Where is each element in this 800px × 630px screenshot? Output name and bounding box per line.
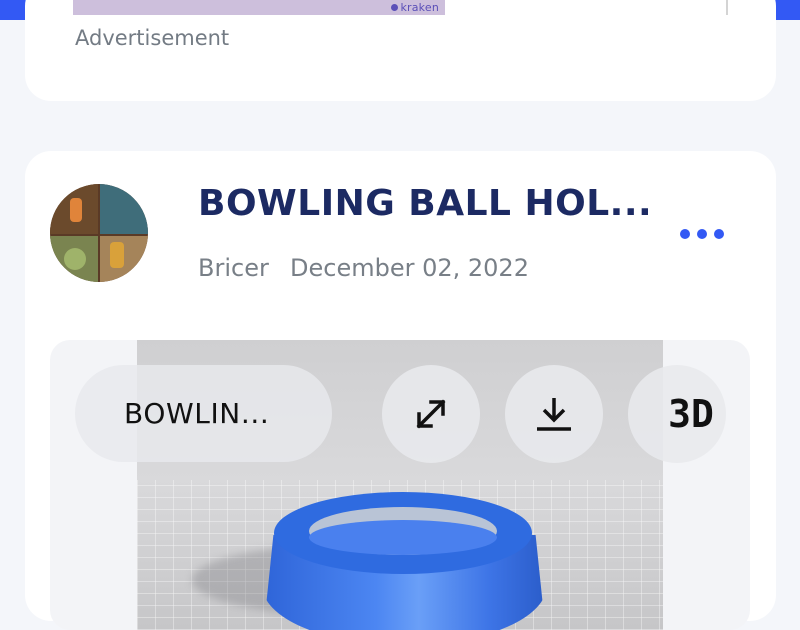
ring-model-inner xyxy=(309,520,497,555)
download-icon xyxy=(537,398,571,431)
avatar[interactable] xyxy=(50,184,148,282)
post-title[interactable]: BOWLING BALL HOL... xyxy=(198,183,652,224)
post-author[interactable]: Bricer xyxy=(198,254,269,282)
3d-mode-button[interactable]: 3D xyxy=(628,365,726,463)
ad-label: Advertisement xyxy=(75,26,230,50)
ad-banner[interactable]: kraken xyxy=(73,0,445,15)
model-title: BOWLIN... xyxy=(124,397,270,430)
post-date: December 02, 2022 xyxy=(290,254,529,282)
ad-divider xyxy=(726,0,728,15)
download-button[interactable] xyxy=(505,365,603,463)
3d-label: 3D xyxy=(668,392,714,436)
expand-icon xyxy=(416,399,446,429)
expand-button[interactable] xyxy=(382,365,480,463)
ad-brand-logo: kraken xyxy=(391,1,439,14)
more-dots-icon[interactable] xyxy=(680,228,724,240)
model-title-pill[interactable]: BOWLIN... xyxy=(75,365,332,462)
advertisement-card: kraken Advertisement xyxy=(25,0,776,101)
